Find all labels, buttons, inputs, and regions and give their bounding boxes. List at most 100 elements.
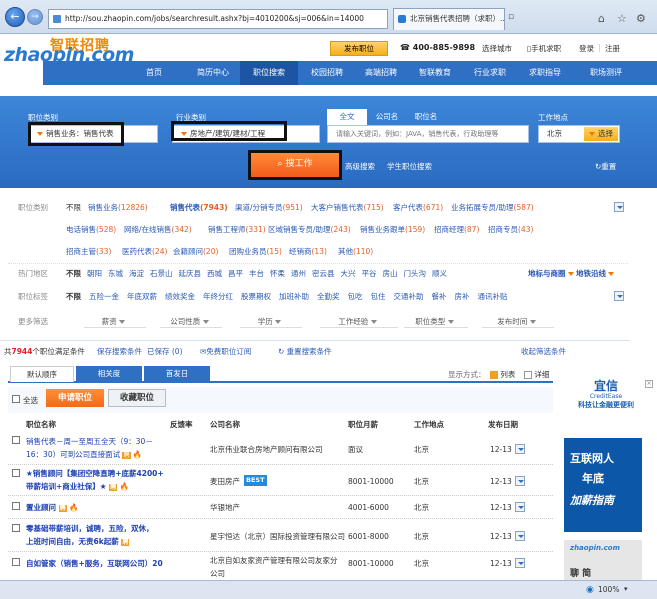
- job-title-link[interactable]: 零基础带薪培训，诚聘，五险，双休， 上班时间自由，无责6k起薪 聘: [26, 522, 176, 549]
- forward-button[interactable]: →: [27, 9, 43, 25]
- benefit-item[interactable]: 交通补助: [394, 292, 424, 301]
- register-link[interactable]: 注册: [605, 43, 620, 54]
- filter-item[interactable]: 经销商(13): [289, 246, 327, 257]
- job-type-select[interactable]: 职位类型: [404, 316, 468, 328]
- advanced-search-link[interactable]: 高级搜索: [345, 161, 375, 172]
- reset-search-link[interactable]: ↻ 重置搜索条件: [278, 346, 332, 357]
- experience-select[interactable]: 工作经验: [320, 316, 398, 328]
- job-title-link[interactable]: 自如管家（销售+服务，互联网公司）20: [26, 557, 176, 570]
- benefit-item[interactable]: 年底双薪: [127, 292, 157, 301]
- row-expand-button[interactable]: [515, 502, 525, 512]
- apply-button[interactable]: 申请职位: [46, 389, 104, 407]
- hot-area-item[interactable]: 怀柔: [270, 269, 285, 278]
- benefit-item[interactable]: 餐补: [432, 292, 447, 301]
- table-row[interactable]: 销售代表－周一至周五全天（9：30－ 16：30）可到公司直接面试 聘 🔥 北京伟…: [8, 433, 553, 465]
- filter-item[interactable]: 销售工程师(331): [208, 224, 266, 235]
- benefit-item[interactable]: 全勤奖: [317, 292, 340, 301]
- hot-area-item[interactable]: 西城: [207, 269, 222, 278]
- select-all-checkbox[interactable]: [12, 395, 20, 403]
- tab-jobname[interactable]: 职位名: [406, 109, 446, 125]
- row-checkbox[interactable]: [12, 469, 20, 477]
- browser-tab[interactable]: 北京销售代表招聘（求职）...: [393, 8, 505, 30]
- tab-fulltext[interactable]: 全文: [327, 109, 367, 125]
- row-checkbox[interactable]: [12, 558, 20, 566]
- nav-assessment[interactable]: 职场测评: [577, 61, 635, 85]
- hot-area-item[interactable]: 延庆县: [179, 269, 202, 278]
- filter-item[interactable]: 销售业务跟单(159): [360, 224, 425, 235]
- hot-area-item[interactable]: 房山: [383, 269, 398, 278]
- nav-job-search[interactable]: 职位搜索: [240, 61, 298, 85]
- subway-link[interactable]: 地铁沿线: [576, 268, 617, 279]
- filter-item[interactable]: 渠道/分销专员(951): [235, 202, 303, 213]
- mobile-jobs-link[interactable]: ▯手机求职: [527, 43, 561, 54]
- zoom-chevron-icon[interactable]: ▾: [624, 585, 628, 593]
- tab-default-order[interactable]: 默认顺序: [10, 366, 74, 382]
- row-expand-button[interactable]: [515, 531, 525, 541]
- save-search-link[interactable]: 保存搜索条件: [97, 346, 142, 357]
- benefit-item[interactable]: 通讯补贴: [478, 292, 508, 301]
- benefit-item[interactable]: 五险一金: [89, 292, 119, 301]
- filter-item[interactable]: 网络/在线销售(342): [124, 224, 192, 235]
- company-name[interactable]: 北京伟业联合房地产顾问有限公司: [210, 443, 323, 456]
- tab-first-publish[interactable]: 首发日: [144, 366, 210, 382]
- job-title-link[interactable]: 销售代表－周一至周五全天（9：30－ 16：30）可到公司直接面试 聘 🔥: [26, 435, 176, 462]
- keyword-input[interactable]: [327, 125, 529, 143]
- job-title-link[interactable]: 置业顾问 聘 🔥: [26, 501, 176, 515]
- education-select[interactable]: 学历: [240, 316, 302, 328]
- company-name[interactable]: 星宇恒达（北京）国际投资管理有限公司: [210, 530, 345, 543]
- hot-area-item[interactable]: 朝阳: [87, 269, 102, 278]
- nav-industry[interactable]: 行业求职: [464, 61, 516, 85]
- filter-item[interactable]: 不限: [66, 202, 81, 213]
- choose-city-link[interactable]: 选择城市: [482, 43, 512, 54]
- filter-item[interactable]: 业务拓展专员/助理(587): [451, 202, 534, 213]
- hot-area-item[interactable]: 石景山: [150, 269, 173, 278]
- collapse-filters-link[interactable]: 收起筛选条件: [521, 346, 566, 357]
- filter-item[interactable]: 区域销售专员/助理(243): [268, 224, 351, 235]
- saved-searches-link[interactable]: 已保存 (0): [147, 346, 183, 357]
- filter-item-selected[interactable]: 销售代表(7943): [170, 202, 228, 213]
- filter-item[interactable]: 招商经理(87): [434, 224, 479, 235]
- row-expand-button[interactable]: [515, 476, 525, 486]
- filter-item[interactable]: 客户代表(671): [393, 202, 443, 213]
- subscribe-link[interactable]: ✉免费职位订阅: [200, 346, 251, 357]
- benefit-item[interactable]: 房补: [455, 292, 470, 301]
- filter-item[interactable]: 招商专员(43): [488, 224, 533, 235]
- login-link[interactable]: 登录: [579, 43, 594, 54]
- hot-area-item[interactable]: 大兴: [341, 269, 356, 278]
- table-row[interactable]: 置业顾问 聘 🔥 华银地产 4001-6000 北京 12-13: [8, 497, 553, 519]
- company-name[interactable]: 麦田房产: [210, 475, 240, 488]
- landmark-link[interactable]: 地标与商圈: [528, 268, 577, 279]
- table-row[interactable]: 零基础带薪培训，诚聘，五险，双休， 上班时间自由，无责6k起薪 聘 星宇恒达（北京…: [8, 520, 553, 552]
- nav-resume[interactable]: 简历中心: [187, 61, 239, 85]
- hot-area-item[interactable]: 密云县: [312, 269, 335, 278]
- nav-home[interactable]: 首页: [131, 61, 177, 85]
- benefit-expand-button[interactable]: [614, 291, 624, 301]
- benefit-item[interactable]: 加班补助: [279, 292, 309, 301]
- hot-area-item[interactable]: 通州: [291, 269, 306, 278]
- reset-link[interactable]: ↻重置: [595, 161, 616, 172]
- benefit-item[interactable]: 包吃: [348, 292, 363, 301]
- salary-guide-ad[interactable]: 互联网人 年底 加薪指南: [564, 438, 642, 532]
- company-name[interactable]: 华银地产: [210, 501, 240, 514]
- zhaopin-ad[interactable]: zhaopin.com 聊 简: [564, 540, 642, 580]
- favorites-star-icon[interactable]: ☆: [617, 12, 627, 25]
- hot-area-item[interactable]: 不限: [66, 269, 81, 278]
- post-job-button[interactable]: 发布职位: [330, 41, 388, 56]
- search-jobs-button[interactable]: ⌕ 搜工作: [248, 150, 342, 180]
- hot-area-item[interactable]: 丰台: [249, 269, 264, 278]
- new-tab-icon[interactable]: ▫: [508, 12, 514, 22]
- benefit-item[interactable]: 年终分红: [203, 292, 233, 301]
- zoom-level[interactable]: 100%: [598, 585, 619, 594]
- nav-guide[interactable]: 求职指导: [519, 61, 571, 85]
- row-expand-button[interactable]: [515, 558, 525, 568]
- detail-view-toggle[interactable]: 详细: [524, 369, 549, 380]
- benefit-item[interactable]: 不限: [66, 292, 81, 301]
- creditease-ad[interactable]: 宜信 CreditEase 科技让金融更便利: [559, 380, 653, 414]
- hot-area-item[interactable]: 门头沟: [404, 269, 427, 278]
- close-ad-icon[interactable]: ×: [645, 380, 653, 388]
- benefit-item[interactable]: 股票期权: [241, 292, 271, 301]
- hot-area-item[interactable]: 昌平: [228, 269, 243, 278]
- hot-area-item[interactable]: 平谷: [362, 269, 377, 278]
- publish-time-select[interactable]: 发布时间: [482, 316, 554, 328]
- filter-item[interactable]: 销售业务(12826): [88, 202, 148, 213]
